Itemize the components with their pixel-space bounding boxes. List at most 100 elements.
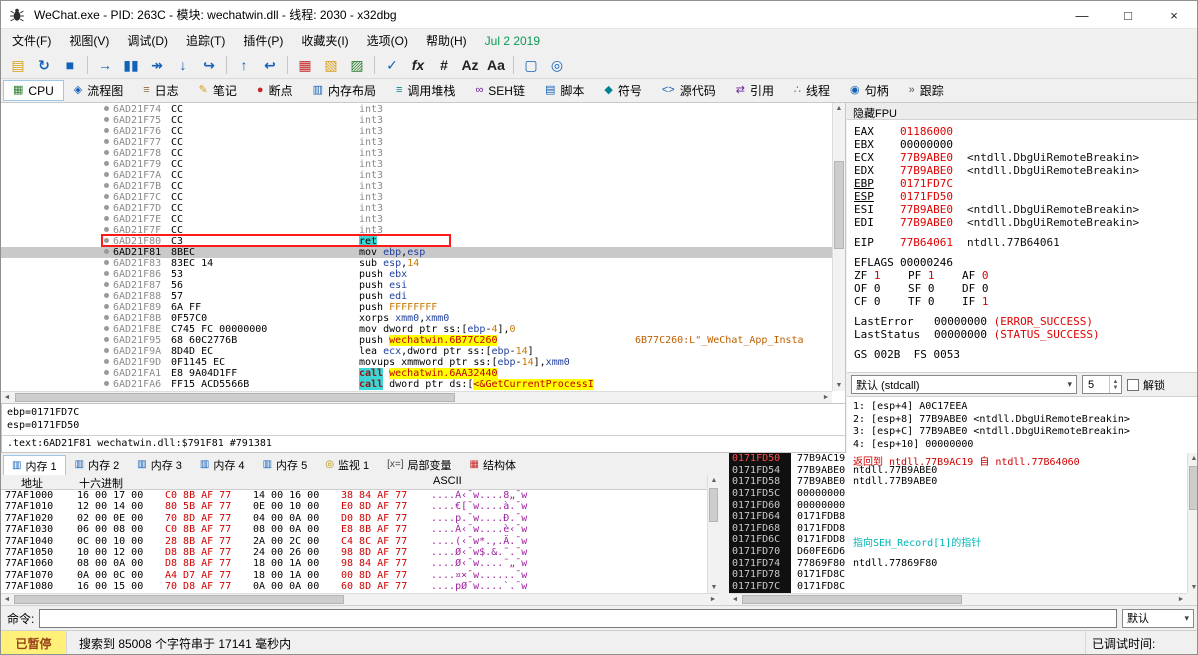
- tab-references[interactable]: ⇄引用: [726, 80, 784, 101]
- flag-cf[interactable]: CF 0: [854, 295, 908, 308]
- command-input[interactable]: [39, 609, 1117, 628]
- breakpoint-dot[interactable]: [104, 172, 109, 177]
- register-line[interactable]: ESP0171FD50: [854, 190, 1198, 203]
- scroll-left-icon[interactable]: ◄: [729, 594, 741, 605]
- dump-row[interactable]: 77AF10700A 00 0C 00A4 D7 AF 7718 00 1A 0…: [1, 570, 707, 581]
- scroll-left-icon[interactable]: ◄: [1, 392, 13, 403]
- stack-row[interactable]: 0171FD5C00000000: [729, 488, 1187, 500]
- scroll-up-icon[interactable]: ▲: [833, 103, 845, 114]
- scrollbar-thumb[interactable]: [834, 161, 844, 249]
- register-value[interactable]: 0171FD7C: [900, 177, 953, 190]
- tab-trace[interactable]: »跟踪: [899, 80, 954, 101]
- scrollbar-thumb[interactable]: [742, 595, 962, 604]
- breakpoint-dot[interactable]: [104, 326, 109, 331]
- stack-row[interactable]: 0171FD680171FDD8: [729, 523, 1187, 535]
- disasm-row[interactable]: 6AD21F77CCint3: [1, 137, 832, 148]
- disasm-row[interactable]: 6AD21F76CCint3: [1, 126, 832, 137]
- breakpoint-dot[interactable]: [104, 183, 109, 188]
- disasm-row[interactable]: 6AD21F80C3ret: [1, 236, 832, 247]
- register-value[interactable]: 0171FD50: [900, 190, 953, 203]
- scroll-left-icon[interactable]: ◄: [1, 594, 13, 605]
- register-line[interactable]: LastStatus00000000 (STATUS_SUCCESS): [854, 328, 1198, 341]
- register-line[interactable]: GS 002B FS 0053: [854, 348, 1198, 361]
- comment-button[interactable]: #: [431, 53, 457, 77]
- scrollbar-thumb[interactable]: [14, 595, 344, 604]
- tab-notes[interactable]: ✎笔记: [189, 80, 247, 101]
- menu-item-8[interactable]: 帮助(H): [417, 29, 476, 52]
- argument-row[interactable]: 3: [esp+C] 77B9ABE0 <ntdll.DbgUiRemoteBr…: [853, 426, 1198, 439]
- stack-row[interactable]: 0171FD7477869F80ntdll.77869F80: [729, 558, 1187, 570]
- stack-row[interactable]: 0171FD780171FD8C: [729, 569, 1187, 581]
- dump-row[interactable]: 77AF108016 00 15 0070 D8 AF 770A 00 0A 0…: [1, 581, 707, 592]
- tab-call-stack[interactable]: ≡调用堆栈: [386, 80, 465, 101]
- breakpoint-dot[interactable]: [104, 282, 109, 287]
- menu-item-1[interactable]: 文件(F): [3, 29, 60, 52]
- scrollbar-thumb[interactable]: [709, 488, 718, 522]
- stack-row[interactable]: 0171FD6000000000: [729, 500, 1187, 512]
- breakpoint-dot[interactable]: [104, 337, 109, 342]
- disasm-row[interactable]: 6AD21F78CCint3: [1, 148, 832, 159]
- font-button[interactable]: Az: [457, 53, 483, 77]
- disasm-row[interactable]: 6AD21F8857push edi: [1, 291, 832, 302]
- tab-log[interactable]: ≡日志: [133, 80, 188, 101]
- flag-value[interactable]: 1: [982, 295, 989, 308]
- breakpoint-dot[interactable]: [104, 106, 109, 111]
- stack-horizontal-scrollbar[interactable]: ◄ ►: [729, 593, 1187, 605]
- register-line[interactable]: EAX01186000: [854, 125, 1198, 138]
- execute-till-return-button[interactable]: ↑: [231, 53, 257, 77]
- stack-row[interactable]: 0171FD5477B9ABE0ntdll.77B9ABE0: [729, 465, 1187, 477]
- stepper-arrows-icon[interactable]: ▲▼: [1109, 376, 1121, 393]
- hide-fpu-button[interactable]: 隐藏FPU: [847, 103, 1198, 120]
- flag-value[interactable]: 0: [928, 282, 935, 295]
- register-line[interactable]: EIP77B64061ntdll.77B64061: [854, 236, 1198, 249]
- menu-item-5[interactable]: 插件(P): [234, 29, 292, 52]
- disasm-row[interactable]: 6AD21F9A8D4D EClea ecx,dword ptr ss:[ebp…: [1, 346, 832, 357]
- register-line[interactable]: EBX00000000: [854, 138, 1198, 151]
- dump-vertical-scrollbar[interactable]: ▲ ▼: [707, 475, 719, 593]
- tab-dump-2[interactable]: ▥内存 2: [66, 455, 129, 475]
- run-button[interactable]: →: [92, 53, 118, 77]
- tab-memory-map[interactable]: ▥内存布局: [303, 80, 386, 101]
- register-line[interactable]: LastError00000000 (ERROR_SUCCESS): [854, 315, 1198, 328]
- register-line[interactable]: EDX77B9ABE0<ntdll.DbgUiRemoteBreakin>: [854, 164, 1198, 177]
- tab-dump-4[interactable]: ▥内存 4: [191, 455, 254, 475]
- breakpoint-dot[interactable]: [104, 161, 109, 166]
- stack-row[interactable]: 0171FD70D60FE6D6: [729, 546, 1187, 558]
- flag-value[interactable]: 1: [874, 269, 881, 282]
- dump-row[interactable]: 77AF101012 00 14 0080 5B AF 770E 00 10 0…: [1, 501, 707, 512]
- tab-struct[interactable]: ▦结构体: [461, 455, 525, 475]
- argument-row[interactable]: 4: [esp+10] 00000000: [853, 439, 1198, 452]
- breakpoint-dot[interactable]: [104, 216, 109, 221]
- breakpoint-dot[interactable]: [104, 194, 109, 199]
- flag-zf[interactable]: ZF 1: [854, 269, 908, 282]
- menu-item-6[interactable]: 收藏夹(I): [292, 29, 357, 52]
- disasm-row[interactable]: 6AD21F896A FFpush FFFFFFFF: [1, 302, 832, 313]
- disasm-row[interactable]: 6AD21F8653push ebx: [1, 269, 832, 280]
- menu-item-7[interactable]: 选项(O): [358, 29, 417, 52]
- tab-handles[interactable]: ◉句柄: [840, 80, 899, 101]
- disasm-row[interactable]: 6AD21F818BECmov ebp,esp: [1, 247, 832, 258]
- menu-item-2[interactable]: 视图(V): [60, 29, 118, 52]
- disasm-row[interactable]: 6AD21FA6FF15 ACD5566Bcall dword ptr ds:[…: [1, 379, 832, 390]
- breakpoint-dot[interactable]: [104, 238, 109, 243]
- dump-row[interactable]: 77AF106008 00 0A 00D8 8B AF 7718 00 1A 0…: [1, 558, 707, 569]
- disasm-row[interactable]: 6AD21F7BCCint3: [1, 181, 832, 192]
- scroll-down-icon[interactable]: ▼: [708, 582, 720, 593]
- breakpoint-dot[interactable]: [104, 249, 109, 254]
- memory-window-button[interactable]: ▢: [518, 53, 544, 77]
- disasm-row[interactable]: 6AD21F75CCint3: [1, 115, 832, 126]
- search-window-button[interactable]: ◎: [544, 53, 570, 77]
- register-value[interactable]: 01186000: [900, 125, 953, 138]
- scroll-up-icon[interactable]: ▲: [1188, 453, 1198, 464]
- stack-row[interactable]: 0171FD5077B9AC19返回到 ntdll.77B9AC19 自 ntd…: [729, 453, 1187, 465]
- dump-row[interactable]: 77AF105010 00 12 00D8 8B AF 7724 00 26 0…: [1, 547, 707, 558]
- breakpoint-dot[interactable]: [104, 139, 109, 144]
- disasm-row[interactable]: 6AD21F7CCCint3: [1, 192, 832, 203]
- step-into-button[interactable]: ↓: [170, 53, 196, 77]
- register-line[interactable]: ECX77B9ABE0<ntdll.DbgUiRemoteBreakin>: [854, 151, 1198, 164]
- tab-locals[interactable]: [x=]局部变量: [378, 455, 460, 475]
- flag-value[interactable]: 0: [928, 295, 935, 308]
- tab-dump-5[interactable]: ▥内存 5: [254, 455, 317, 475]
- register-value[interactable]: 77B9ABE0: [900, 216, 953, 229]
- stack-vertical-scrollbar[interactable]: ▲ ▼: [1187, 453, 1198, 593]
